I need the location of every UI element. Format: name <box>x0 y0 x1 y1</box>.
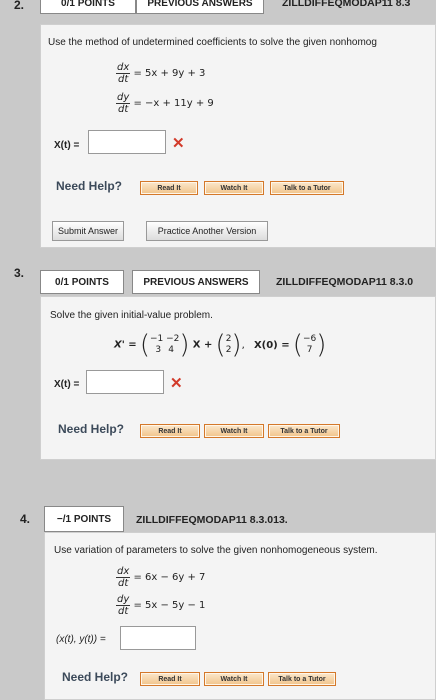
answer-input[interactable] <box>120 626 196 650</box>
equation-rhs: = 5x − 5y − 1 <box>133 600 206 611</box>
practice-another-version-button[interactable]: Practice Another Version <box>146 221 268 241</box>
watch-it-button[interactable]: Watch It <box>204 672 264 686</box>
derivative-numerator: dx <box>116 62 131 74</box>
submit-answer-button[interactable]: Submit Answer <box>52 221 124 241</box>
initial-vector: −6 7 <box>303 334 316 356</box>
watch-it-button[interactable]: Watch It <box>204 424 264 438</box>
x-prime-label: X' = <box>114 339 137 351</box>
problem-code: ZILLDIFFEQMODAP11 8.3.0 <box>276 276 414 288</box>
points-tab: 0/1 POINTS <box>40 270 124 294</box>
question-4: 4. −/1 POINTS ZILLDIFFEQMODAP11 8.3.013.… <box>0 492 436 700</box>
ivp-equation: X' = (−1 −2 3 4) X + (2 2), X(0) = (−6 7) <box>114 330 327 360</box>
derivative-denominator: dt <box>117 74 129 85</box>
matrix-entry: −1 <box>149 334 164 344</box>
question-prompt: Use variation of parameters to solve the… <box>54 545 378 556</box>
equation-2: dy dt = −x + 11y + 9 <box>116 92 214 115</box>
question-prompt: Solve the given initial-value problem. <box>50 310 213 321</box>
points-tab: −/1 POINTS <box>44 506 124 532</box>
incorrect-x-icon: ✕ <box>172 135 185 152</box>
initial-condition-label: X(0) = <box>253 339 290 351</box>
need-help-label: Need Help? <box>56 179 123 193</box>
watch-it-button[interactable]: Watch It <box>204 181 264 195</box>
answer-label: (x(t), y(t)) = <box>56 634 106 645</box>
read-it-button[interactable]: Read It <box>140 424 200 438</box>
coefficient-matrix: −1 −2 3 4 <box>150 334 179 356</box>
question-prompt: Use the method of undetermined coefficie… <box>48 37 377 48</box>
derivative-denominator: dt <box>117 104 129 115</box>
answer-label: X(t) = <box>54 379 80 390</box>
incorrect-x-icon: ✕ <box>170 375 183 392</box>
matrix-entry: −2 <box>166 334 180 344</box>
equation-1: dx dt = 6x − 6y + 7 <box>116 566 205 589</box>
matrix-entry: 4 <box>168 345 174 355</box>
read-it-button[interactable]: Read It <box>140 672 200 686</box>
question-number: 4. <box>20 512 31 526</box>
problem-code: ZILLDIFFEQMODAP11 8.3.013. <box>136 514 288 526</box>
equation-rhs: = 6x − 6y + 7 <box>133 572 206 583</box>
question-2: 2. 0/1 POINTS PREVIOUS ANSWERS ZILLDIFFE… <box>0 0 436 250</box>
need-help-label: Need Help? <box>58 422 125 436</box>
question-3: 3. 0/1 POINTS PREVIOUS ANSWERS ZILLDIFFE… <box>0 260 436 460</box>
answer-input[interactable] <box>88 130 166 154</box>
need-help-label: Need Help? <box>62 670 129 684</box>
equation-1: dx dt = 5x + 9y + 3 <box>116 62 205 85</box>
derivative-numerator: dx <box>116 566 131 578</box>
talk-to-tutor-button[interactable]: Talk to a Tutor <box>268 672 336 686</box>
answer-label: X(t) = <box>54 140 80 151</box>
talk-to-tutor-button[interactable]: Talk to a Tutor <box>268 424 340 438</box>
vector-entry: 7 <box>306 345 313 355</box>
previous-answers-tab[interactable]: PREVIOUS ANSWERS <box>132 270 260 294</box>
question-number: 2. <box>14 0 25 12</box>
answer-input[interactable] <box>86 370 164 394</box>
talk-to-tutor-button[interactable]: Talk to a Tutor <box>270 181 344 195</box>
equation-rhs: = −x + 11y + 9 <box>133 98 214 109</box>
derivative-denominator: dt <box>117 578 129 589</box>
points-tab: 0/1 POINTS <box>40 0 136 14</box>
x-plus-label: X + <box>192 339 213 351</box>
equation-rhs: = 5x + 9y + 3 <box>133 68 206 79</box>
question-number: 3. <box>14 266 25 280</box>
matrix-entry: 3 <box>155 345 162 355</box>
derivative-denominator: dt <box>117 606 129 617</box>
problem-code: ZILLDIFFEQMODAP11 8.3 <box>282 0 411 9</box>
vector-entry: −6 <box>302 334 317 344</box>
read-it-button[interactable]: Read It <box>140 181 198 195</box>
equation-2: dy dt = 5x − 5y − 1 <box>116 594 205 617</box>
previous-answers-tab[interactable]: PREVIOUS ANSWERS <box>136 0 264 14</box>
derivative-numerator: dy <box>116 594 131 606</box>
derivative-numerator: dy <box>116 92 131 104</box>
